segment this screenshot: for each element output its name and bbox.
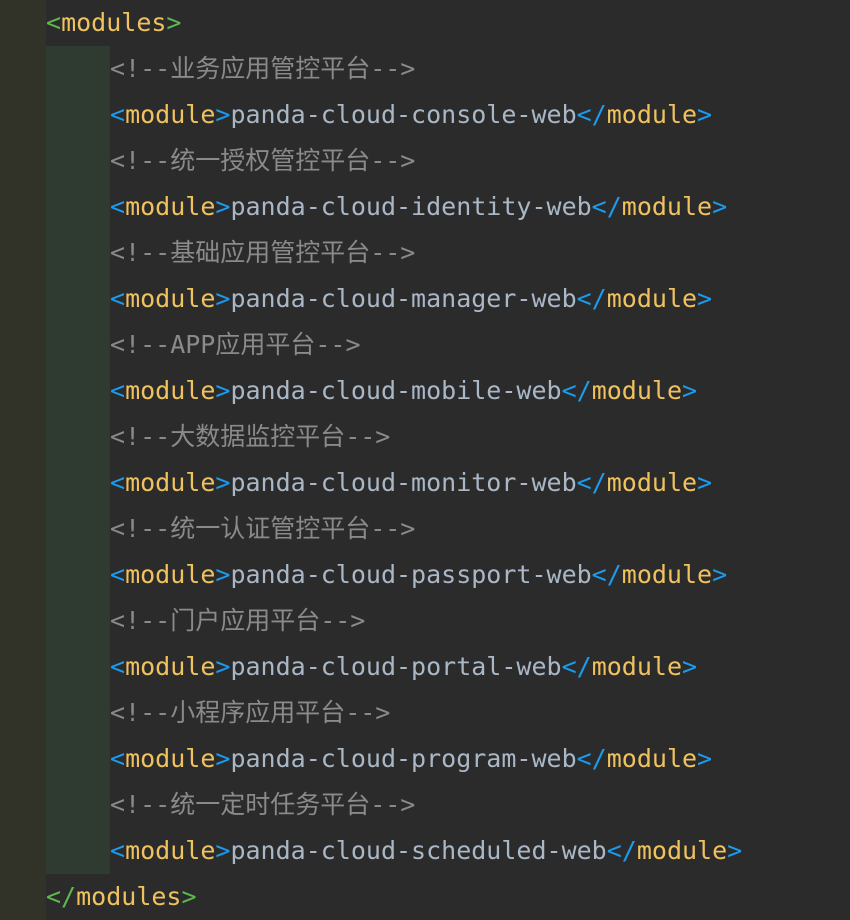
module-tag-name: module [125, 560, 216, 589]
module-line[interactable]: <module>panda-cloud-console-web</module> [110, 92, 712, 138]
root-tag-name: modules [76, 882, 182, 911]
root-open-tag[interactable]: <modules> [46, 0, 181, 46]
module-line[interactable]: <module>panda-cloud-manager-web</module> [110, 276, 712, 322]
comment-line[interactable]: <!--业务应用管控平台--> [110, 46, 415, 92]
module-line[interactable]: <module>panda-cloud-mobile-web</module> [110, 368, 697, 414]
module-line[interactable]: <module>panda-cloud-program-web</module> [110, 736, 712, 782]
comment-line[interactable]: <!--小程序应用平台--> [110, 690, 390, 736]
module-value: panda-cloud-console-web [230, 100, 577, 129]
module-tag-name: module [606, 468, 698, 497]
module-line[interactable]: <module>panda-cloud-identity-web</module… [110, 184, 727, 230]
module-tag-name: module [591, 652, 682, 681]
comment-line[interactable]: <!--大数据监控平台--> [110, 414, 390, 460]
module-tag-name: module [125, 100, 216, 129]
module-line[interactable]: <module>panda-cloud-portal-web</module> [110, 644, 697, 690]
module-line[interactable]: <module>panda-cloud-scheduled-web</modul… [110, 828, 742, 874]
comment-line[interactable]: <!--统一授权管控平台--> [110, 138, 415, 184]
module-value: panda-cloud-program-web [230, 744, 577, 773]
module-tag-name: module [125, 744, 216, 773]
comment-line[interactable]: <!--统一认证管控平台--> [110, 506, 415, 552]
module-value: panda-cloud-manager-web [230, 284, 577, 313]
editor-gutter[interactable] [0, 0, 46, 920]
module-tag-name: module [606, 284, 698, 313]
root-close-tag[interactable]: </modules> [46, 874, 197, 920]
module-tag-name: module [636, 836, 728, 865]
module-tag-name: module [621, 560, 713, 589]
module-tag-name: module [606, 100, 698, 129]
module-line[interactable]: <module>panda-cloud-monitor-web</module> [110, 460, 712, 506]
module-value: panda-cloud-mobile-web [230, 376, 562, 405]
module-tag-name: module [125, 284, 216, 313]
module-tag-name: module [125, 652, 216, 681]
module-tag-name: module [125, 376, 216, 405]
module-tag-name: module [606, 744, 698, 773]
module-value: panda-cloud-monitor-web [230, 468, 577, 497]
comment-line[interactable]: <!--门户应用平台--> [110, 598, 365, 644]
comment-line[interactable]: <!--统一定时任务平台--> [110, 782, 415, 828]
indent-guide [46, 46, 110, 874]
comment-line[interactable]: <!--APP应用平台--> [110, 322, 361, 368]
module-value: panda-cloud-scheduled-web [230, 836, 607, 865]
module-tag-name: module [125, 468, 216, 497]
comment-line[interactable]: <!--基础应用管控平台--> [110, 230, 415, 276]
module-tag-name: module [621, 192, 713, 221]
module-tag-name: module [125, 192, 216, 221]
module-tag-name: module [591, 376, 682, 405]
module-value: panda-cloud-identity-web [230, 192, 592, 221]
module-line[interactable]: <module>panda-cloud-passport-web</module… [110, 552, 727, 598]
module-tag-name: module [125, 836, 216, 865]
root-tag-name: modules [61, 8, 167, 37]
module-value: panda-cloud-passport-web [230, 560, 592, 589]
module-value: panda-cloud-portal-web [230, 652, 562, 681]
